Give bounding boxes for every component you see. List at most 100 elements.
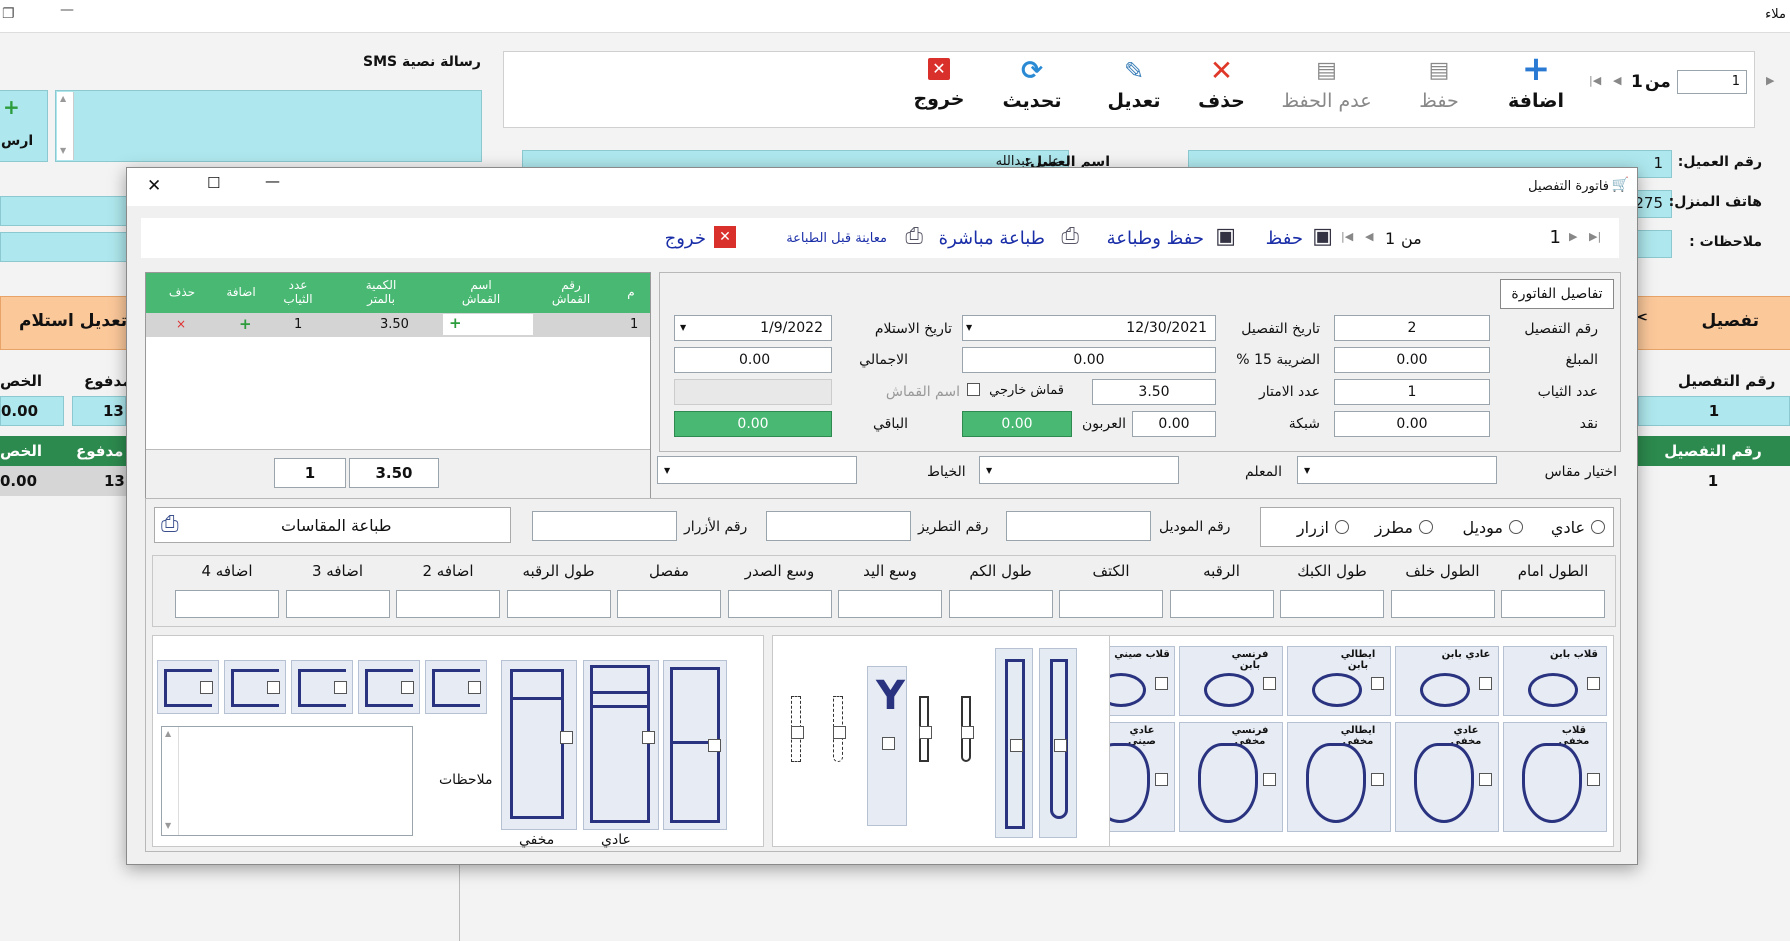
pocket-flap-style[interactable] bbox=[224, 660, 286, 714]
restore-icon[interactable]: ❐ bbox=[2, 6, 15, 22]
measurement-input[interactable] bbox=[285, 590, 390, 618]
placket-style-2[interactable] bbox=[829, 696, 849, 766]
dialog-maximize-icon[interactable]: ☐ bbox=[207, 174, 220, 192]
tafseel-no-field[interactable]: 1 bbox=[1638, 396, 1790, 426]
add-row-icon[interactable]: + bbox=[239, 315, 252, 333]
pocket-flap-checkbox[interactable] bbox=[334, 681, 347, 694]
row-fabric-add-icon[interactable]: + bbox=[449, 314, 462, 332]
measurement-input[interactable] bbox=[838, 590, 942, 618]
tafseel-date-dropdown-icon[interactable]: ▼ bbox=[966, 323, 972, 332]
collar-checkbox[interactable] bbox=[1371, 677, 1384, 690]
invoice-details-tab[interactable]: تفاصيل الفاتورة bbox=[1500, 279, 1614, 309]
discount-field[interactable]: 0.00 bbox=[0, 396, 64, 426]
cuff-style-2[interactable] bbox=[915, 696, 935, 766]
collar-checkbox[interactable] bbox=[1155, 773, 1168, 786]
pocket-flap-style[interactable] bbox=[157, 660, 219, 714]
sleeve-style-2[interactable] bbox=[995, 648, 1033, 838]
collar-style[interactable]: ايطالي بابن bbox=[1287, 646, 1391, 716]
pocket-flap-checkbox[interactable] bbox=[401, 681, 414, 694]
pocket-flap-style[interactable] bbox=[358, 660, 420, 714]
dlg-nav-next-icon[interactable]: ▶ bbox=[1569, 230, 1577, 243]
pocket-flap-style[interactable] bbox=[425, 660, 487, 714]
measurement-input[interactable] bbox=[1169, 590, 1274, 618]
size-dropdown-icon[interactable]: ▼ bbox=[1304, 466, 1310, 475]
remaining-input[interactable]: 0.00 bbox=[674, 411, 832, 437]
measurement-input[interactable] bbox=[1280, 590, 1384, 618]
radio-embroidered[interactable] bbox=[1419, 520, 1433, 534]
pocket-style-hidden[interactable] bbox=[501, 660, 577, 830]
minimize-icon[interactable]: — bbox=[60, 2, 74, 18]
tailor-dropdown-icon[interactable]: ▼ bbox=[664, 466, 670, 475]
collar-style[interactable]: قلاب مخفي bbox=[1503, 722, 1607, 832]
measurement-input[interactable] bbox=[175, 590, 279, 618]
meters-input[interactable]: 3.50 bbox=[1092, 379, 1216, 405]
dialog-minimize-icon[interactable]: — bbox=[265, 172, 280, 190]
notes-scroll-down-icon[interactable]: ▼ bbox=[165, 821, 171, 830]
add-button[interactable]: + اضافة bbox=[1491, 52, 1581, 112]
fabric-name-input[interactable] bbox=[674, 379, 832, 405]
cuff-1-checkbox[interactable] bbox=[961, 726, 974, 739]
pocket-normal-checkbox[interactable] bbox=[642, 731, 655, 744]
measurement-input[interactable] bbox=[396, 590, 500, 618]
left-cyan-field-2[interactable] bbox=[0, 232, 140, 262]
left-grid-paid-value[interactable]: 13 bbox=[104, 472, 125, 490]
pocket-flap-style[interactable] bbox=[291, 660, 353, 714]
collar-style[interactable]: ايطالي مخفي bbox=[1287, 722, 1391, 832]
nav-first-icon[interactable]: |◀ bbox=[1589, 74, 1601, 87]
collar-checkbox[interactable] bbox=[1479, 677, 1492, 690]
fabric-grid-row[interactable]: × + 1 3.50 + 1 bbox=[146, 313, 650, 337]
collar-checkbox[interactable] bbox=[1263, 677, 1276, 690]
collar-checkbox[interactable] bbox=[1263, 773, 1276, 786]
collar-checkbox[interactable] bbox=[1155, 677, 1168, 690]
nav-next-icon[interactable]: ▶ bbox=[1766, 74, 1774, 87]
sms-scrollbar[interactable]: ▲ ▼ bbox=[57, 92, 74, 160]
collar-style[interactable]: عادي بابن bbox=[1395, 646, 1499, 716]
delete-row-icon[interactable]: × bbox=[176, 317, 186, 331]
tax-input[interactable]: 0.00 bbox=[962, 347, 1216, 373]
sleeve-style-1[interactable] bbox=[1039, 648, 1077, 838]
edit-button[interactable]: ✎ تعديل bbox=[1089, 58, 1179, 112]
master-dropdown-icon[interactable]: ▼ bbox=[986, 466, 992, 475]
notes-scrollbar[interactable]: ▲ ▼ bbox=[162, 727, 179, 835]
measurement-input[interactable] bbox=[727, 590, 832, 618]
tafseel-date-picker[interactable]: 12/30/2021 bbox=[962, 315, 1216, 341]
deposit-input[interactable]: 0.00 bbox=[962, 411, 1072, 437]
measurement-input[interactable] bbox=[617, 590, 721, 618]
choose-size-combo[interactable]: ▼ bbox=[1297, 456, 1497, 484]
dlg-nav-first-icon[interactable]: |◀ bbox=[1341, 230, 1353, 243]
delete-button[interactable]: ✕ حذف bbox=[1184, 57, 1259, 113]
dlg-preview-button[interactable]: ⎙ معاينة قبل الطباعة bbox=[743, 222, 923, 254]
collar-checkbox[interactable] bbox=[1587, 677, 1600, 690]
dlg-save-print-button[interactable]: ▣ حفظ وطباعة bbox=[1086, 222, 1236, 254]
placket-2-checkbox[interactable] bbox=[833, 726, 846, 739]
pocket-hidden-checkbox[interactable] bbox=[560, 731, 573, 744]
pocket-1-checkbox[interactable] bbox=[708, 739, 721, 752]
dlg-nav-record-input[interactable]: 1 bbox=[1451, 224, 1561, 252]
dlg-nav-last-icon[interactable]: ▶| bbox=[1589, 230, 1601, 243]
left-grid-disc-value[interactable]: 0.00 bbox=[0, 472, 37, 490]
collar-style[interactable]: قلاب بابن bbox=[1503, 646, 1607, 716]
pocket-style-normal[interactable] bbox=[583, 660, 659, 830]
send-sms-button[interactable]: + ارس bbox=[0, 90, 48, 162]
main-grid-cell[interactable]: 1 bbox=[1636, 466, 1790, 496]
amount-input[interactable]: 0.00 bbox=[1334, 347, 1490, 373]
total-input[interactable]: 0.00 bbox=[674, 347, 832, 373]
tafseel-no-input[interactable]: 2 bbox=[1334, 315, 1490, 341]
sleeve-1-checkbox[interactable] bbox=[1054, 739, 1067, 752]
scroll-up-icon[interactable]: ▲ bbox=[60, 94, 66, 103]
cuff-2-checkbox[interactable] bbox=[919, 726, 932, 739]
measurement-input[interactable] bbox=[506, 590, 611, 618]
cash-input[interactable]: 0.00 bbox=[1334, 411, 1490, 437]
refresh-button[interactable]: ⟳ تحديث bbox=[987, 58, 1077, 112]
cancel-save-button[interactable]: ▤ عدم الحفظ bbox=[1264, 58, 1389, 112]
placket-style-3[interactable] bbox=[787, 696, 807, 766]
collar-style[interactable]: فرنسي بابن bbox=[1179, 646, 1283, 716]
pieces-input[interactable]: 1 bbox=[1334, 379, 1490, 405]
cuff-style-1[interactable] bbox=[957, 696, 977, 766]
pocket-flap-checkbox[interactable] bbox=[468, 681, 481, 694]
dialog-notes-input[interactable]: ▲ ▼ bbox=[161, 726, 413, 836]
nav-record-input[interactable]: 1 bbox=[1677, 70, 1747, 94]
paid-field[interactable]: 13 bbox=[72, 396, 126, 426]
measurement-input[interactable] bbox=[948, 590, 1053, 618]
collar-checkbox[interactable] bbox=[1479, 773, 1492, 786]
